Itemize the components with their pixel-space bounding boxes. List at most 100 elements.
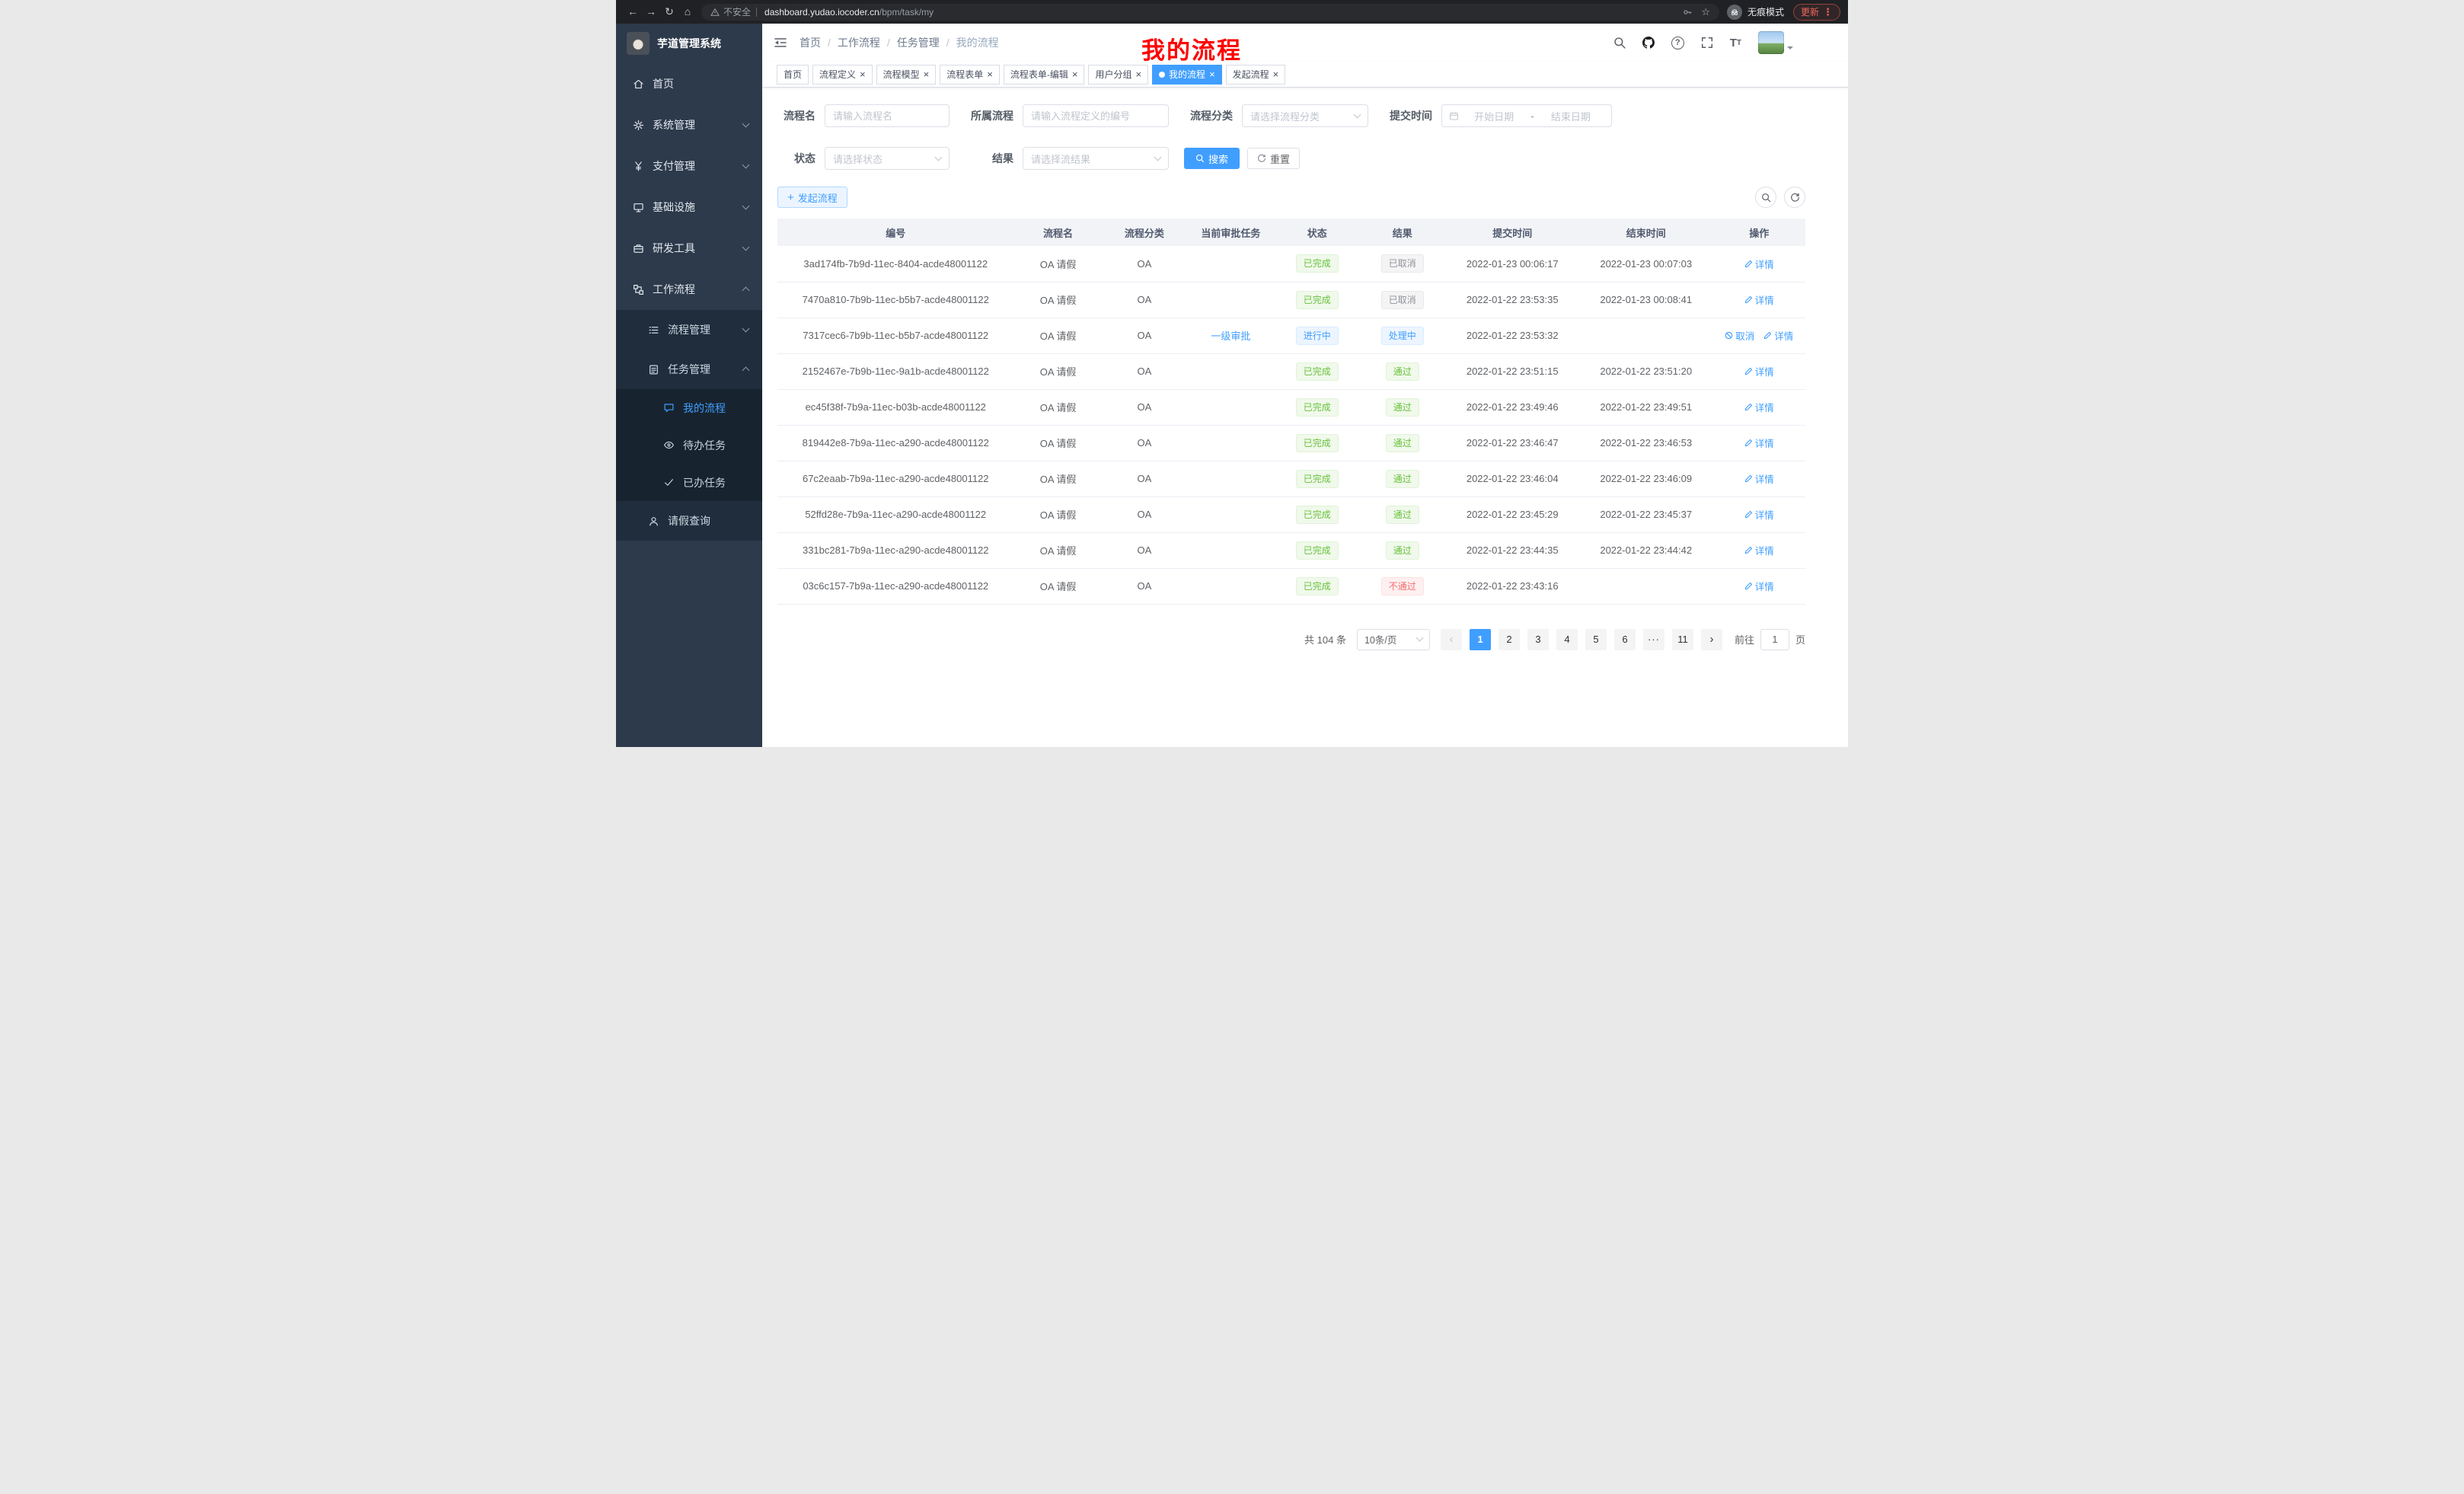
page-size-select[interactable]: 10条/页	[1357, 629, 1430, 650]
table-search-toggle-button[interactable]	[1755, 187, 1776, 208]
browser-home-icon[interactable]: ⌂	[678, 3, 697, 21]
tab-close-icon[interactable]: ×	[1135, 69, 1141, 79]
table-refresh-button[interactable]	[1784, 187, 1805, 208]
detail-link[interactable]: 详情	[1744, 257, 1774, 271]
sidebar-item-devtools[interactable]: 研发工具	[616, 228, 762, 269]
tab-home[interactable]: 首页	[777, 65, 809, 85]
category-select[interactable]: 请选择流程分类	[1242, 104, 1368, 127]
page-button-4[interactable]: 4	[1556, 629, 1578, 650]
browser-menu-icon[interactable]: ⋮	[1823, 6, 1833, 18]
tab-start-process[interactable]: 发起流程×	[1226, 65, 1286, 85]
tab-close-icon[interactable]: ×	[1072, 69, 1078, 79]
sidebar-item-done-tasks[interactable]: 已办任务	[616, 464, 762, 501]
submit-time-range[interactable]: 开始日期 - 结束日期	[1441, 104, 1612, 127]
home-icon	[633, 78, 646, 90]
user-avatar[interactable]	[1758, 31, 1793, 54]
tab-close-icon[interactable]: ×	[987, 69, 993, 79]
create-process-button[interactable]: + 发起流程	[777, 187, 847, 208]
breadcrumb-separator: /	[946, 37, 950, 49]
refresh-icon	[1257, 154, 1266, 163]
cell-process-name: OA 请假	[1014, 532, 1103, 568]
cell-id: 03c6c157-7b9a-11ec-a290-acde48001122	[777, 568, 1014, 604]
detail-link[interactable]: 详情	[1744, 579, 1774, 593]
app-logo[interactable]: 芋道管理系统	[616, 24, 762, 63]
search-button[interactable]: 搜索	[1184, 148, 1240, 169]
tab-process-model[interactable]: 流程模型×	[876, 65, 937, 85]
address-bar[interactable]: 不安全 dashboard.yudao.iocoder.cn/bpm/task/…	[701, 4, 1719, 21]
page-button-6[interactable]: 6	[1614, 629, 1636, 650]
chevron-down-icon	[742, 244, 750, 251]
topbar-actions: ? TT	[1613, 31, 1793, 54]
cell-submit-time: 2022-01-22 23:51:15	[1445, 353, 1579, 389]
forward-icon[interactable]: →	[642, 3, 660, 21]
prev-page-button[interactable]: ‹	[1441, 629, 1462, 650]
hamburger-icon[interactable]	[774, 37, 787, 49]
reset-button[interactable]: 重置	[1247, 148, 1300, 169]
result-select[interactable]: 请选择流结果	[1023, 147, 1169, 170]
sidebar-item-todo-tasks[interactable]: 待办任务	[616, 426, 762, 464]
sidebar-item-system[interactable]: 系统管理	[616, 104, 762, 145]
sidebar-item-workflow[interactable]: 工作流程	[616, 269, 762, 310]
tab-close-icon[interactable]: ×	[860, 69, 866, 79]
page-button-11[interactable]: 11	[1672, 629, 1693, 650]
detail-link[interactable]: 详情	[1744, 507, 1774, 522]
detail-link[interactable]: 详情	[1763, 328, 1793, 343]
cell-submit-time: 2022-01-22 23:45:29	[1445, 496, 1579, 532]
next-page-button[interactable]: ›	[1701, 629, 1722, 650]
tab-process-definition[interactable]: 流程定义×	[812, 65, 873, 85]
detail-link[interactable]: 详情	[1744, 364, 1774, 378]
page-button-5[interactable]: 5	[1585, 629, 1607, 650]
page-button-1[interactable]: 1	[1470, 629, 1491, 650]
detail-link[interactable]: 详情	[1744, 471, 1774, 486]
page-button-3[interactable]: 3	[1527, 629, 1549, 650]
table-row: 2152467e-7b9b-11ec-9a1b-acde48001122OA 请…	[777, 353, 1805, 389]
header-search-icon[interactable]	[1613, 37, 1626, 49]
cell-category: OA	[1103, 425, 1187, 461]
back-icon[interactable]: ←	[624, 3, 642, 21]
goto-page-input[interactable]	[1760, 629, 1789, 650]
tab-process-form-edit[interactable]: 流程表单-编辑×	[1004, 65, 1085, 85]
fullscreen-icon[interactable]	[1701, 37, 1713, 49]
detail-link[interactable]: 详情	[1744, 436, 1774, 450]
font-size-icon[interactable]: TT	[1730, 37, 1741, 49]
reload-icon[interactable]: ↻	[660, 3, 678, 21]
breadcrumb-item[interactable]: 工作流程	[838, 35, 880, 50]
github-icon[interactable]	[1642, 37, 1655, 49]
status-select[interactable]: 请选择状态	[825, 147, 950, 170]
breadcrumb: 首页/工作流程/任务管理/我的流程	[800, 35, 999, 50]
detail-link[interactable]: 详情	[1744, 400, 1774, 414]
bookmark-star-icon[interactable]: ☆	[1701, 6, 1710, 18]
current-task-link[interactable]: 一级审批	[1211, 330, 1250, 342]
key-icon[interactable]	[1683, 8, 1692, 17]
tab-user-group[interactable]: 用户分组×	[1088, 65, 1148, 85]
submit-time-label: 提交时间	[1384, 108, 1441, 123]
detail-link[interactable]: 详情	[1744, 292, 1774, 307]
process-name-input[interactable]	[825, 104, 950, 127]
update-button[interactable]: 更新 ⋮	[1793, 4, 1840, 21]
page-button-2[interactable]: 2	[1499, 629, 1520, 650]
sidebar-item-leave-query[interactable]: 请假查询	[616, 501, 762, 541]
owner-process-input[interactable]	[1023, 104, 1169, 127]
cancel-link[interactable]: 取消	[1725, 328, 1754, 343]
sidebar-item-payment[interactable]: 支付管理	[616, 145, 762, 187]
column-header: 流程名	[1014, 219, 1103, 246]
page-ellipsis[interactable]: ···	[1643, 629, 1664, 650]
sidebar-item-infra[interactable]: 基础设施	[616, 187, 762, 228]
tab-my-process[interactable]: 我的流程×	[1152, 65, 1222, 85]
sidebar-item-my-process[interactable]: 我的流程	[616, 389, 762, 426]
tab-close-icon[interactable]: ×	[924, 69, 930, 79]
detail-link[interactable]: 详情	[1744, 543, 1774, 557]
breadcrumb-item[interactable]: 首页	[800, 35, 821, 50]
tab-process-form[interactable]: 流程表单×	[940, 65, 1000, 85]
help-icon[interactable]: ?	[1671, 37, 1684, 49]
owner-process-label: 所属流程	[965, 108, 1023, 123]
tab-close-icon[interactable]: ×	[1273, 69, 1279, 79]
result-label: 结果	[965, 151, 1023, 166]
tab-close-icon[interactable]: ×	[1209, 69, 1215, 79]
sidebar-item-process-mgmt[interactable]: 流程管理	[616, 310, 762, 350]
breadcrumb-item[interactable]: 任务管理	[897, 35, 940, 50]
sidebar-item-task-mgmt[interactable]: 任务管理	[616, 350, 762, 389]
cell-actions: 详情	[1712, 532, 1805, 568]
sidebar-item-home[interactable]: 首页	[616, 63, 762, 104]
cell-submit-time: 2022-01-22 23:46:47	[1445, 425, 1579, 461]
